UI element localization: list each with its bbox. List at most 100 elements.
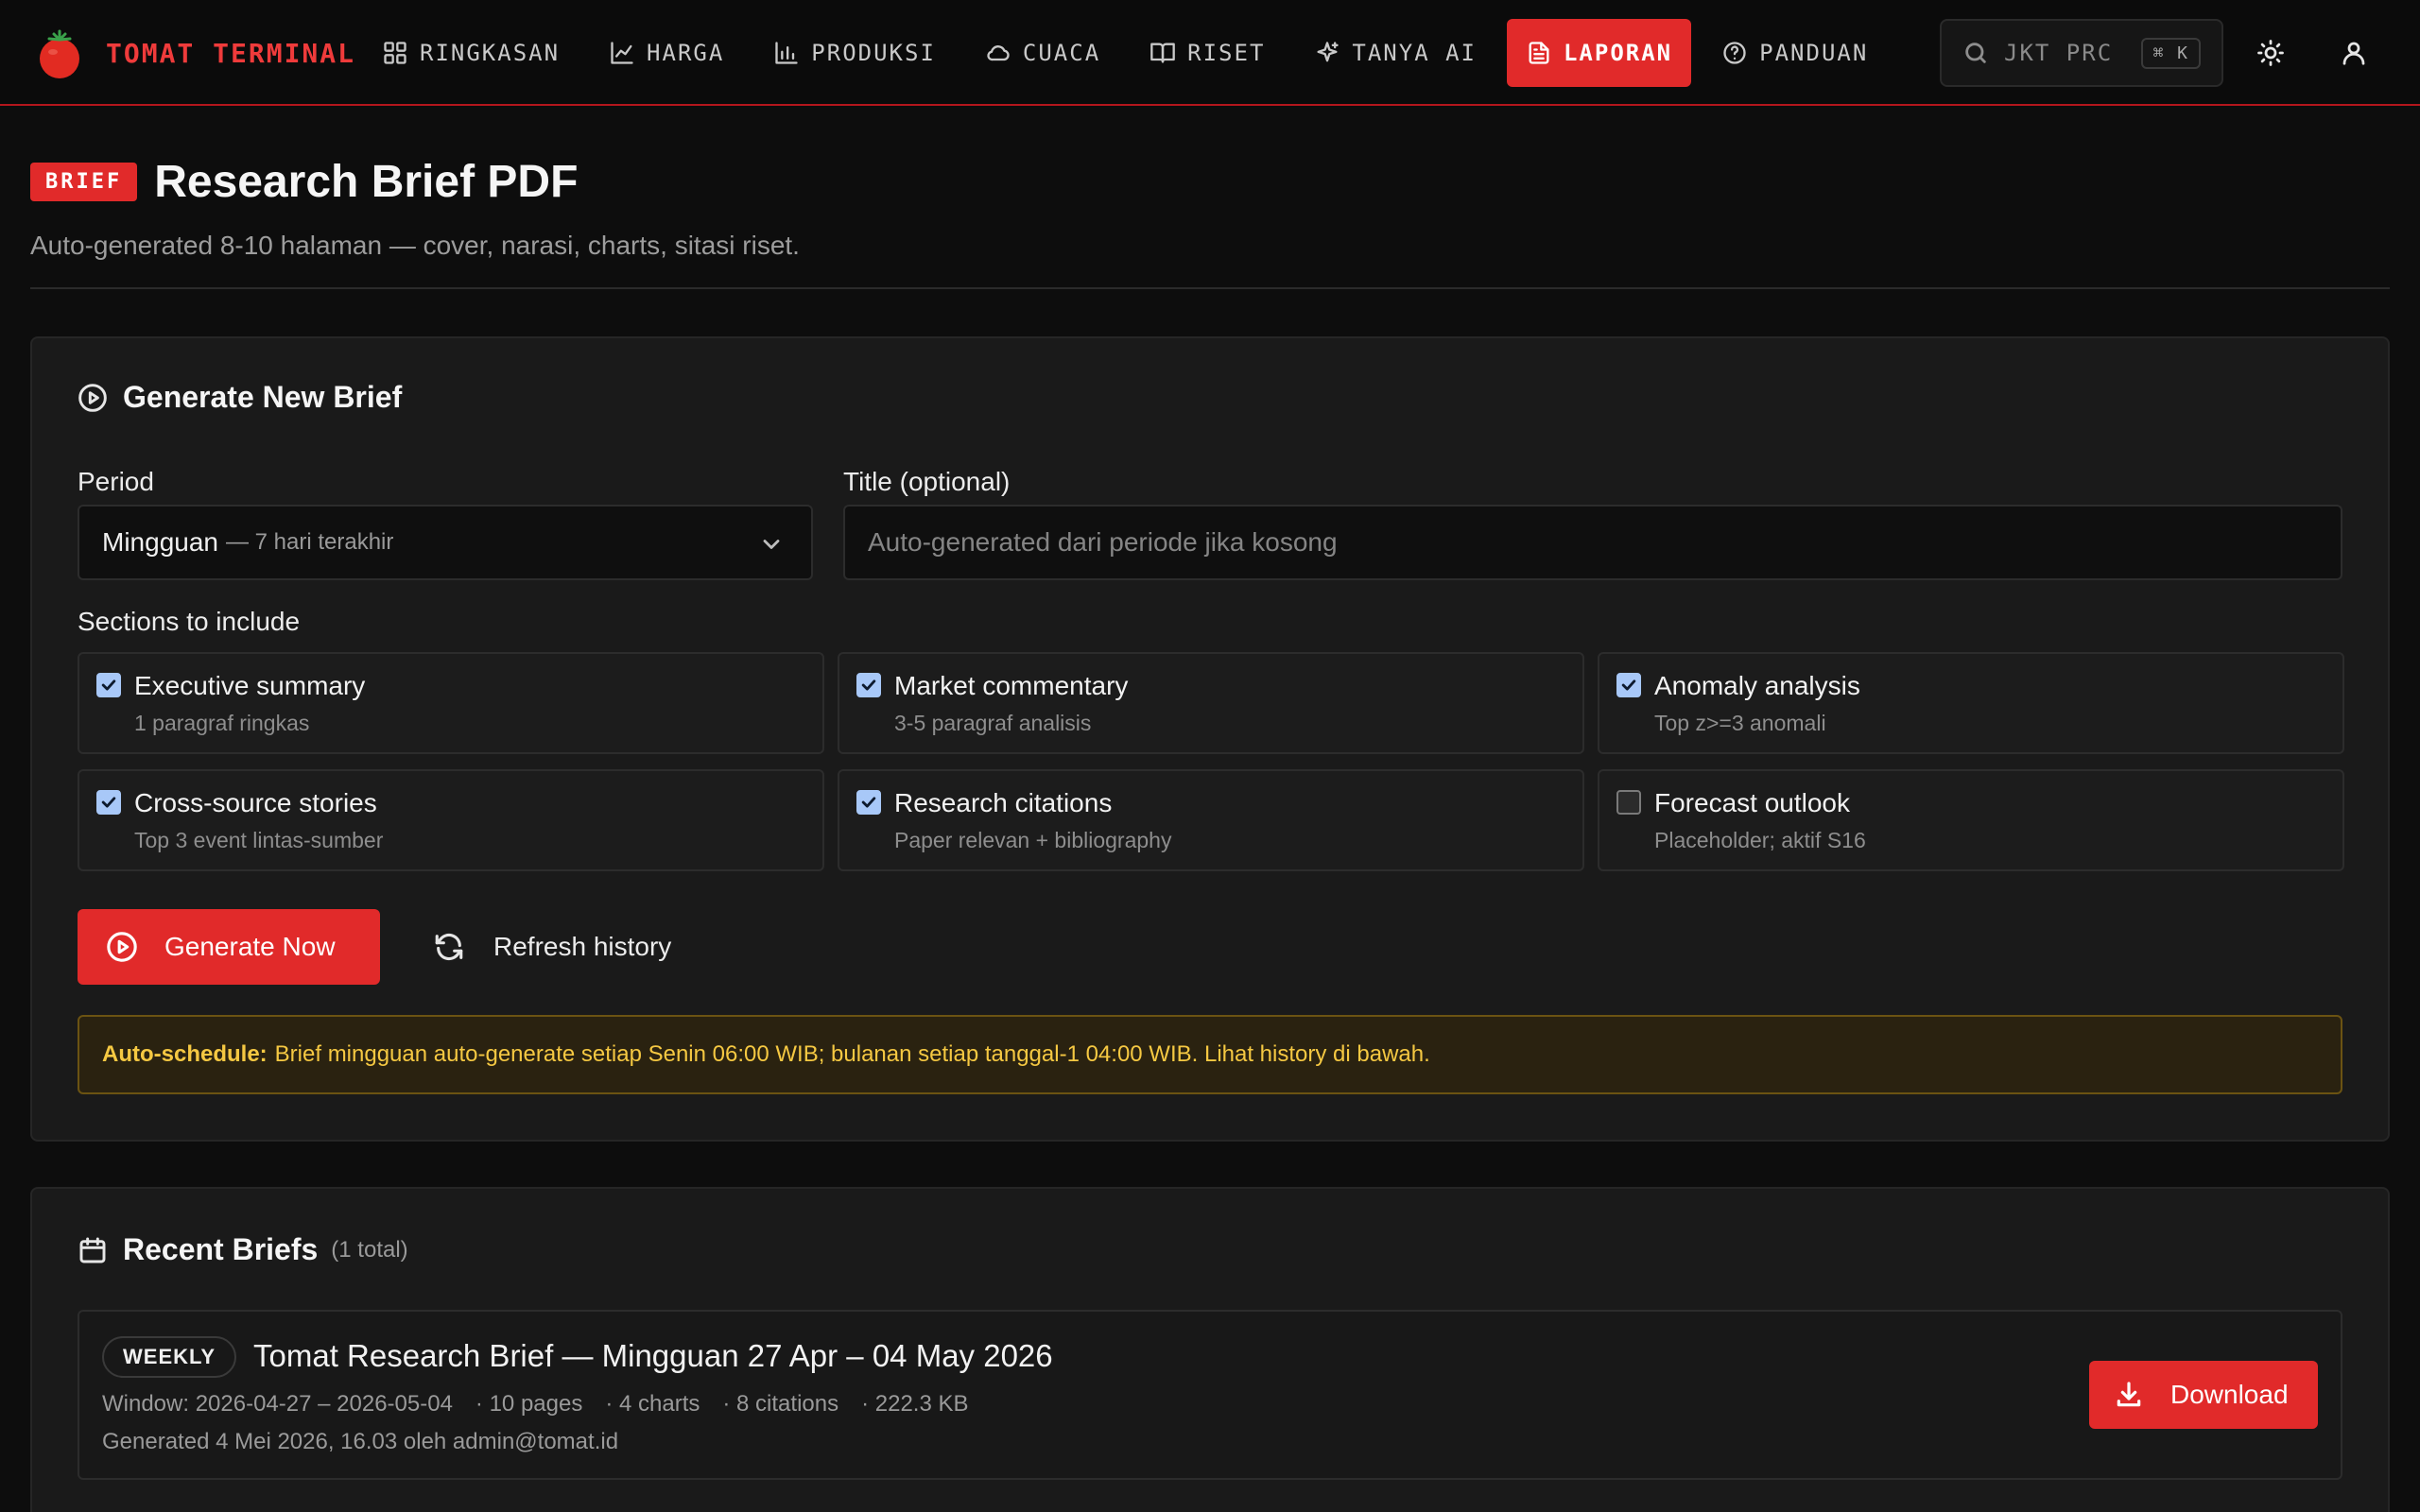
title-input[interactable] — [843, 505, 2342, 580]
sections-label: Sections to include — [78, 607, 301, 636]
top-navigation-bar: TOMAT TERMINAL RINGKASAN HARGA PRODUKSI … — [0, 0, 2420, 106]
nav-item-riset[interactable]: RISET — [1131, 19, 1284, 87]
user-icon — [2342, 42, 2365, 65]
download-label: Download — [2170, 1380, 2289, 1409]
help-icon — [1723, 42, 1746, 64]
brief-citations: · 8 citations — [722, 1391, 839, 1417]
page-title: Research Brief PDF — [154, 156, 579, 207]
nav-item-label: RINGKASAN — [420, 40, 561, 66]
search-icon — [1965, 43, 1986, 63]
section-option-title: Forecast outlook — [1654, 788, 1850, 817]
header-divider — [30, 287, 2390, 289]
section-option-desc: Placeholder; aktif S16 — [1654, 828, 1866, 852]
section-option-desc: Paper relevan + bibliography — [894, 828, 1172, 852]
chevron-down-icon — [763, 540, 780, 549]
section-option-title: Cross-source stories — [134, 788, 377, 817]
nav-item-label: PANDUAN — [1759, 40, 1869, 66]
check-icon — [101, 797, 116, 808]
play-circle-icon — [78, 383, 107, 412]
generate-card-header: Generate New Brief — [78, 380, 402, 415]
section-checkbox[interactable] — [96, 790, 121, 815]
brief-type-tag: WEEKLY — [102, 1336, 237, 1378]
nav-item-tanya-ai[interactable]: TANYA AI — [1295, 19, 1495, 87]
document-icon — [1529, 42, 1549, 64]
section-option-executive-summary[interactable]: Executive summary 1 paragraf ringkas — [78, 652, 824, 754]
recent-card-title: Recent Briefs — [123, 1232, 319, 1266]
download-button[interactable]: Download — [2089, 1361, 2318, 1429]
page-header: BRIEF Research Brief PDF Auto-generated … — [30, 151, 2390, 261]
book-icon — [1150, 43, 1175, 63]
section-checkbox[interactable] — [856, 673, 881, 697]
notice-label: Auto-schedule: — [102, 1041, 268, 1067]
refresh-history-button[interactable]: Refresh history — [410, 909, 694, 985]
section-option-desc: 1 paragraf ringkas — [134, 711, 310, 735]
nav-item-produksi[interactable]: PRODUKSI — [754, 19, 955, 87]
period-select[interactable]: Mingguan — 7 hari terakhir — [78, 505, 813, 580]
theme-toggle-button[interactable] — [2246, 28, 2295, 77]
nav-item-label: LAPORAN — [1563, 40, 1673, 66]
brief-window: Window: 2026-04-27 – 2026-05-04 — [102, 1391, 453, 1417]
nav-item-ringkasan[interactable]: RINGKASAN — [363, 19, 579, 87]
nav-item-label: PRODUKSI — [811, 40, 936, 66]
sparkle-icon — [1317, 42, 1340, 62]
nav-item-harga[interactable]: HARGA — [590, 19, 743, 87]
recent-count: (1 total) — [331, 1236, 408, 1263]
page-subtitle: Auto-generated 8-10 halaman — cover, nar… — [30, 231, 800, 260]
play-circle-icon — [107, 932, 137, 962]
section-option-title: Research citations — [894, 788, 1113, 817]
download-icon — [2117, 1382, 2141, 1407]
section-option-title: Executive summary — [134, 671, 366, 700]
brief-badge: BRIEF — [30, 162, 138, 201]
section-option-market-commentary[interactable]: Market commentary 3-5 paragraf analisis — [838, 652, 1584, 754]
brief-meta: Window: 2026-04-27 – 2026-05-04 · 10 pag… — [102, 1391, 992, 1418]
check-icon — [861, 679, 876, 691]
section-option-research-citations[interactable]: Research citations Paper relevan + bibli… — [838, 769, 1584, 871]
check-icon — [101, 679, 116, 691]
refresh-icon — [435, 933, 463, 961]
check-icon — [861, 797, 876, 808]
nav-item-label: RISET — [1187, 40, 1266, 66]
nav-item-label: HARGA — [647, 40, 725, 66]
section-checkbox[interactable] — [96, 673, 121, 697]
period-label: Period — [78, 467, 154, 496]
brief-pages: · 10 pages — [475, 1391, 583, 1417]
section-checkbox[interactable] — [1616, 790, 1641, 815]
section-checkbox[interactable] — [1616, 673, 1641, 697]
brief-charts: · 4 charts — [605, 1391, 700, 1417]
section-option-anomaly-analysis[interactable]: Anomaly analysis Top z>=3 anomali — [1598, 652, 2344, 754]
generate-brief-card: Generate New Brief Period Title (optiona… — [30, 336, 2390, 1142]
section-option-forecast-outlook[interactable]: Forecast outlook Placeholder; aktif S16 — [1598, 769, 2344, 871]
generate-now-button[interactable]: Generate Now — [78, 909, 380, 985]
grid-icon — [384, 42, 406, 64]
nav-item-laporan[interactable]: LAPORAN — [1506, 19, 1692, 87]
brand[interactable]: TOMAT TERMINAL — [36, 26, 355, 79]
brand-name: TOMAT TERMINAL — [106, 37, 356, 69]
brief-title: Tomat Research Brief — Mingguan 27 Apr –… — [253, 1338, 1053, 1373]
check-icon — [1621, 679, 1636, 691]
sun-icon — [2257, 40, 2284, 66]
nav-item-panduan[interactable]: PANDUAN — [1703, 19, 1887, 87]
recent-card-header: Recent Briefs (1 total) — [78, 1232, 408, 1267]
search-box[interactable]: JKT PRC ⌘ K — [1940, 19, 2223, 87]
period-hint: — 7 hari terakhir — [225, 529, 394, 555]
line-chart-icon — [611, 42, 633, 64]
section-option-cross-source-stories[interactable]: Cross-source stories Top 3 event lintas-… — [78, 769, 824, 871]
search-text: JKT PRC — [2004, 40, 2114, 66]
tomato-icon — [40, 29, 79, 78]
section-option-title: Market commentary — [894, 671, 1129, 700]
bar-chart-icon — [775, 42, 798, 64]
section-option-desc: 3-5 paragraf analisis — [894, 711, 1092, 735]
auto-schedule-notice: Auto-schedule: Brief mingguan auto-gener… — [78, 1015, 2342, 1094]
main-nav: RINGKASAN HARGA PRODUKSI CUACA RISET TAN… — [363, 19, 1898, 87]
section-checkbox[interactable] — [856, 790, 881, 815]
user-menu-button[interactable] — [2329, 28, 2378, 77]
title-label: Title (optional) — [843, 467, 1011, 496]
brief-size: · 222.3 KB — [861, 1391, 969, 1417]
nav-item-cuaca[interactable]: CUACA — [966, 19, 1119, 87]
search-shortcut: ⌘ K — [2141, 37, 2201, 69]
generate-now-label: Generate Now — [164, 932, 336, 961]
list-item: WEEKLY Tomat Research Brief — Mingguan 2… — [78, 1310, 2342, 1480]
generate-card-title: Generate New Brief — [123, 380, 403, 414]
period-value: Mingguan — [102, 527, 218, 557]
section-option-title: Anomaly analysis — [1654, 671, 1860, 700]
